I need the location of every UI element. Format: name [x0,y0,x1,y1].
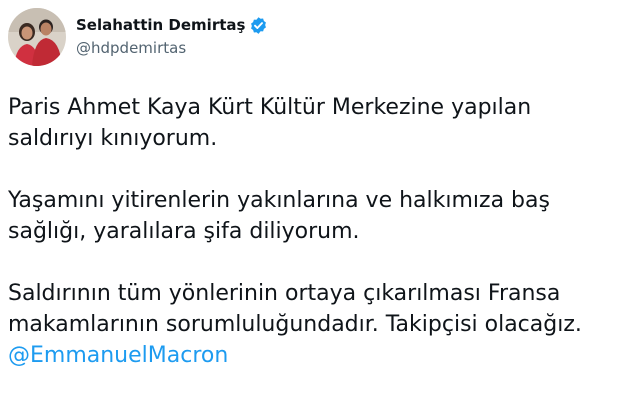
author-block: Selahattin Demirtaş @hdpdemirtas [76,14,268,57]
avatar[interactable] [8,8,66,66]
tweet-paragraph: Paris Ahmet Kaya Kürt Kültür Merkezine y… [8,92,638,154]
tweet-paragraph: Yaşamını yitirenlerin yakınlarına ve hal… [8,185,638,247]
author-name-row: Selahattin Demirtaş [76,14,268,36]
author-handle[interactable]: @hdpdemirtas [76,39,268,57]
verified-badge-icon [249,16,268,35]
tweet-line: saldırıyı kınıyorum. [8,126,218,151]
tweet-line: sağlığı, yaralılara şifa diliyorum. [8,219,360,244]
tweet-line: makamlarının sorumluluğundadır. Takipçis… [8,312,582,337]
mention-link[interactable]: @EmmanuelMacron [8,340,638,371]
tweet-text: Paris Ahmet Kaya Kürt Kültür Merkezine y… [8,92,638,371]
tweet-line: Paris Ahmet Kaya Kürt Kültür Merkezine y… [8,95,532,120]
tweet-line: Yaşamını yitirenlerin yakınlarına ve hal… [8,188,550,213]
avatar-image [8,8,66,66]
tweet-paragraph: Saldırının tüm yönlerinin ortaya çıkarıl… [8,278,638,371]
author-display-name[interactable]: Selahattin Demirtaş [76,16,245,34]
tweet-card: Selahattin Demirtaş @hdpdemirtas Paris A… [0,0,640,405]
tweet-line: Saldırının tüm yönlerinin ortaya çıkarıl… [8,281,561,306]
